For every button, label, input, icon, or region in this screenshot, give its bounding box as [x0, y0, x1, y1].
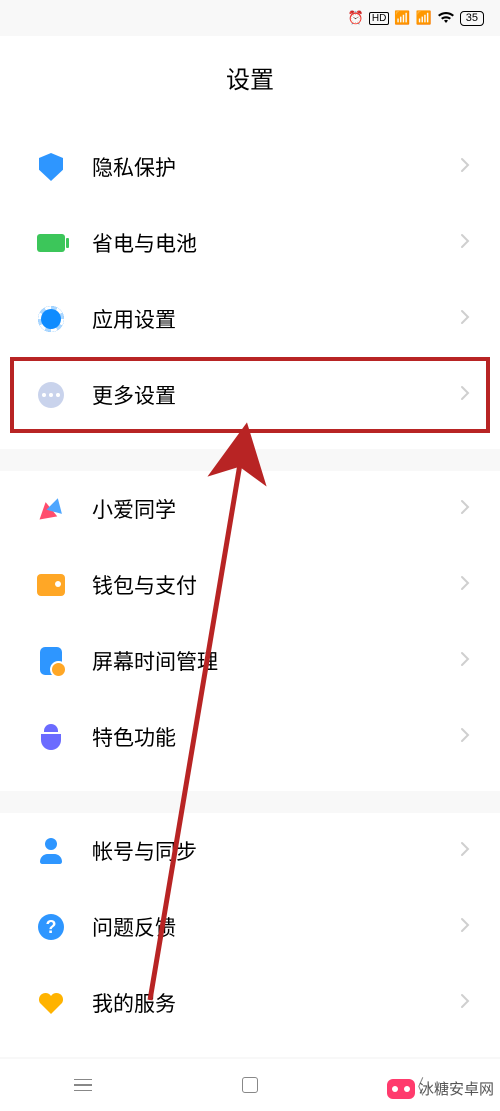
chevron-right-icon	[460, 651, 470, 672]
service-icon	[36, 988, 66, 1018]
item-label: 特色功能	[92, 722, 460, 752]
settings-group: 隐私保护省电与电池应用设置更多设置	[0, 129, 500, 449]
alarm-icon: ⏰	[348, 10, 364, 26]
settings-item-more[interactable]: 更多设置	[10, 357, 490, 433]
item-label: 钱包与支付	[92, 570, 460, 600]
watermark: 冰糖安卓网	[387, 1078, 494, 1099]
hd-icon: HD	[369, 12, 389, 25]
watermark-logo-icon	[387, 1079, 415, 1099]
settings-item-service[interactable]: 我的服务	[0, 965, 500, 1041]
settings-item-wallet[interactable]: 钱包与支付	[0, 547, 500, 623]
settings-group: 小爱同学钱包与支付屏幕时间管理特色功能	[0, 471, 500, 791]
signal-icon-1: 📶	[394, 10, 410, 26]
privacy-icon	[36, 152, 66, 182]
settings-item-account[interactable]: 帐号与同步	[0, 813, 500, 889]
item-label: 更多设置	[92, 380, 460, 410]
screentime-icon	[36, 646, 66, 676]
apps-icon	[36, 304, 66, 334]
chevron-right-icon	[460, 917, 470, 938]
account-icon	[36, 836, 66, 866]
settings-group: 帐号与同步? 问题反馈我的服务	[0, 813, 500, 1057]
chevron-right-icon	[460, 233, 470, 254]
more-icon	[36, 380, 66, 410]
item-label: 省电与电池	[92, 228, 460, 258]
settings-item-screentime[interactable]: 屏幕时间管理	[0, 623, 500, 699]
page-title: 设置	[0, 36, 500, 129]
xiaoai-icon	[36, 494, 66, 524]
settings-item-xiaoai[interactable]: 小爱同学	[0, 471, 500, 547]
item-label: 我的服务	[92, 988, 460, 1018]
item-label: 屏幕时间管理	[92, 646, 460, 676]
settings-item-battery[interactable]: 省电与电池	[0, 205, 500, 281]
item-label: 隐私保护	[92, 152, 460, 182]
chevron-right-icon	[460, 309, 470, 330]
chevron-right-icon	[460, 841, 470, 862]
battery-indicator: 35	[460, 11, 484, 26]
item-label: 问题反馈	[92, 912, 460, 942]
nav-recents-button[interactable]	[63, 1079, 103, 1092]
wallet-icon	[36, 570, 66, 600]
special-icon	[36, 722, 66, 752]
settings-item-feedback[interactable]: ? 问题反馈	[0, 889, 500, 965]
watermark-text: 冰糖安卓网	[419, 1078, 494, 1099]
chevron-right-icon	[460, 727, 470, 748]
item-label: 小爱同学	[92, 494, 460, 524]
item-label: 应用设置	[92, 304, 460, 334]
chevron-right-icon	[460, 993, 470, 1014]
chevron-right-icon	[460, 575, 470, 596]
signal-icon-2: 📶	[416, 10, 432, 26]
settings-item-special[interactable]: 特色功能	[0, 699, 500, 775]
item-label: 帐号与同步	[92, 836, 460, 866]
battery-icon	[36, 228, 66, 258]
feedback-icon: ?	[36, 912, 66, 942]
chevron-right-icon	[460, 157, 470, 178]
settings-item-apps[interactable]: 应用设置	[0, 281, 500, 357]
chevron-right-icon	[460, 385, 470, 406]
wifi-icon	[437, 10, 455, 27]
nav-home-button[interactable]	[230, 1077, 270, 1093]
status-bar: ⏰ HD 📶 📶 35	[0, 0, 500, 36]
chevron-right-icon	[460, 499, 470, 520]
settings-item-privacy[interactable]: 隐私保护	[0, 129, 500, 205]
